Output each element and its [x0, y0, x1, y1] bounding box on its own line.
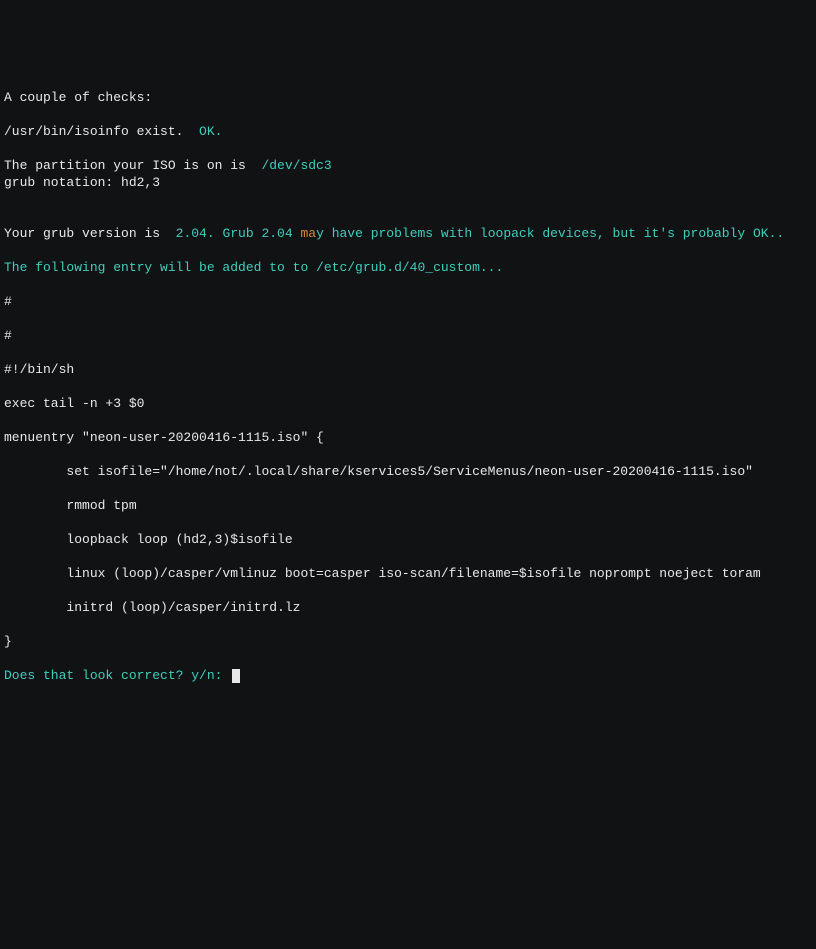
rmmod-line: rmmod tpm	[4, 497, 812, 514]
script-line: #	[4, 327, 812, 344]
grub-version-line: Your grub version is 2.04. Grub 2.04 may…	[4, 226, 784, 241]
closing-brace: }	[4, 633, 812, 650]
menuentry-line: menuentry "neon-user-20200416-1115.iso" …	[4, 429, 812, 446]
linux-line: linux (loop)/casper/vmlinuz boot=casper …	[4, 565, 812, 582]
grub-notation: grub notation: hd2,3	[4, 174, 812, 191]
loopback-line: loopback loop (hd2,3)$isofile	[4, 531, 812, 548]
script-line: #!/bin/sh	[4, 361, 812, 378]
script-line: #	[4, 293, 812, 310]
terminal-output[interactable]: A couple of checks: /usr/bin/isoinfo exi…	[4, 72, 812, 864]
entry-header: The following entry will be added to to …	[4, 259, 812, 276]
partition-line: The partition your ISO is on is /dev/sdc…	[4, 158, 332, 173]
cursor-icon	[232, 669, 240, 683]
prompt-line[interactable]: Does that look correct? y/n:	[4, 668, 240, 683]
check-header: A couple of checks:	[4, 89, 812, 106]
initrd-line: initrd (loop)/casper/initrd.lz	[4, 599, 812, 616]
isoinfo-check: /usr/bin/isoinfo exist. OK.	[4, 124, 222, 139]
script-line: exec tail -n +3 $0	[4, 395, 812, 412]
isofile-line: set isofile="/home/not/.local/share/kser…	[4, 463, 812, 480]
